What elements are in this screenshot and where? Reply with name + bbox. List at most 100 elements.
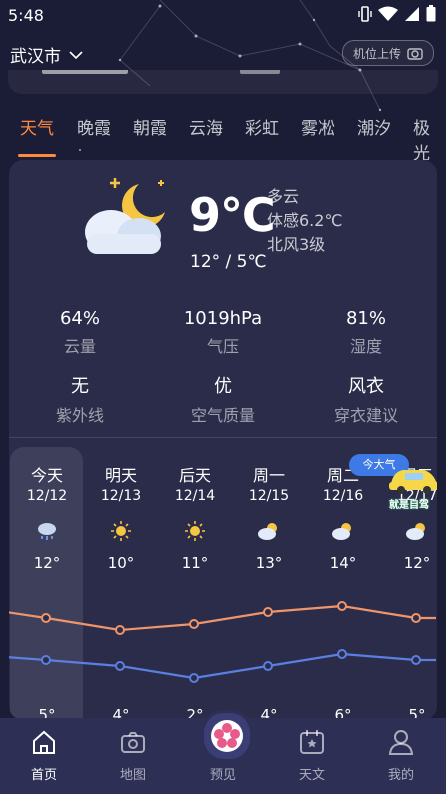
tab-weather[interactable]: 天气 [20,114,54,139]
temperature-trend-chart [9,601,436,683]
promo-bottom-text: 就是自驾 [389,500,429,511]
day-date: 12/13 [100,488,142,504]
high-temp-point-1 [115,625,125,635]
car-icon [389,470,437,494]
stat-humidity: 81% 湿度 [301,308,431,357]
city-selector[interactable]: 武汉市 [10,42,83,67]
partly-cloudy-icon [332,523,351,540]
day-name: 明天 [104,466,137,485]
current-temperature: 9℃ [189,188,276,242]
stat-label: 湿度 [349,337,382,356]
tab-sea-of-clouds[interactable]: 云海 [189,114,223,139]
nav-label: 天文 [298,768,325,783]
high-temp-point-0 [41,613,51,623]
vibrate-icon [358,5,372,22]
nav-label: 预见 [209,768,236,783]
stat-clothing: 风衣 穿衣建议 [301,372,431,426]
current-conditions: 多云 体感6.2℃ 北风3级 [267,185,342,257]
location-upload-button[interactable]: 机位上传 [341,40,434,66]
nav-map[interactable]: 地图 [98,728,168,783]
sunny-icon [185,521,205,541]
sunny-icon [111,521,131,541]
tab-rainbow[interactable]: 彩虹 [245,114,279,139]
flower-icon [211,720,243,752]
low-temp-point-1 [115,661,125,671]
day-date: 12/12 [26,488,68,504]
condition-text: 多云 [267,187,300,206]
day-name: 后天 [178,466,211,485]
chevron-down-icon [69,50,83,59]
nav-home[interactable]: 首页 [9,728,79,783]
collapsed-panel [8,70,438,94]
stat-value: 风衣 [348,376,384,397]
stat-label: 紫外线 [55,406,104,425]
nav-label: 我的 [387,768,414,783]
low-temp-point-5 [411,655,421,665]
battery-icon [426,5,436,22]
day-high: 12° [33,554,61,572]
forecast-day[interactable]: 周一 12/15 13° [231,462,307,572]
weather-card: 9℃ 12° / 5℃ 多云 体感6.2℃ 北风3级 64% 云量 1019hP… [9,160,437,720]
stat-air-quality: 优 空气质量 [158,372,288,426]
forecast-center-button[interactable] [201,710,253,762]
day-name: 周一 [252,466,285,485]
day-date: 12/15 [248,488,290,504]
low-temp-point-2 [189,673,199,683]
stat-value: 81% [345,308,386,329]
high-temp-point-5 [411,613,421,623]
tab-sunrise-glow[interactable]: 朝霞 [133,114,167,139]
partly-cloudy-icon [258,523,277,540]
stat-value: 无 [71,376,89,397]
stat-value: 64% [59,308,100,329]
nav-astronomy[interactable]: 天文 [277,728,347,783]
divider [9,437,437,438]
high-temp-point-2 [189,619,199,629]
high-temp-point-3 [263,607,273,617]
header: 武汉市 机位上传 [0,36,446,70]
home-icon [33,730,55,754]
forecast-day[interactable]: 后天 12/14 11° [157,462,233,572]
nav-label: 地图 [119,768,146,783]
tab-tide[interactable]: 潮汐 [357,114,391,139]
low-temp-line [9,652,436,680]
stat-label: 气压 [206,337,239,356]
promo-badge[interactable]: 今大气 就是自驾 [349,454,437,512]
day-date: 12/14 [174,488,216,504]
wind: 北风3级 [267,235,326,254]
stat-label: 云量 [63,337,96,356]
tab-indicator [18,154,56,157]
nav-forecast[interactable]: 预见 [188,764,258,783]
status-bar: 5:48 [0,0,446,32]
category-tabs: 天气 晚霞 朝霞 云海 彩虹 雾凇 潮汐 极光 [0,104,446,160]
low-temp-point-0 [41,655,51,665]
low-temp-point-3 [263,661,273,671]
forecast-day[interactable]: 今天 12/12 12° [9,462,85,572]
tab-aurora[interactable]: 极光 [413,114,446,160]
temperature-range: 12° / 5℃ [190,252,267,272]
tab-sunset-glow[interactable]: 晚霞 [77,114,111,139]
signal-icon [405,6,419,21]
high-temp-point-4 [337,601,347,611]
user-icon [388,730,414,755]
partly-cloudy-icon [406,523,425,540]
day-high: 14° [329,554,357,572]
low-temp-point-4 [337,649,347,659]
light-rain-icon [38,523,56,540]
stat-uv: 无 紫外线 [15,372,145,426]
day-name: 今天 [30,466,63,485]
stat-pressure: 1019hPa 气压 [158,308,288,357]
location-upload-label: 机位上传 [352,46,401,61]
stat-cloud-cover: 64% 云量 [15,308,145,357]
stat-value: 1019hPa [183,308,263,329]
stat-value: 优 [214,376,232,397]
tab-rime[interactable]: 雾凇 [301,114,335,139]
day-high: 10° [107,554,135,572]
nav-profile[interactable]: 我的 [366,728,436,783]
stat-label: 穿衣建议 [333,406,398,425]
system-icons [358,5,436,22]
forecast-day[interactable]: 明天 12/13 10° [83,462,159,572]
camera-icon [121,732,145,753]
partly-cloudy-night-icon [85,178,165,254]
stat-label: 空气质量 [190,406,255,425]
feels-like: 体感6.2℃ [267,211,343,230]
